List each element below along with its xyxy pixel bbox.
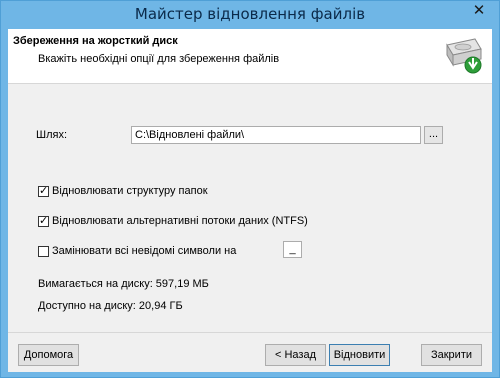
- back-button[interactable]: < Назад: [265, 344, 326, 366]
- path-label: Шлях:: [36, 129, 68, 141]
- required-space-text: Вимагається на диску: 597,19 МБ: [38, 278, 209, 290]
- path-input[interactable]: [131, 126, 421, 144]
- close-button[interactable]: Закрити: [421, 344, 482, 366]
- close-window-button[interactable]: ✕: [465, 2, 493, 20]
- preserve-structure-checkbox[interactable]: [38, 184, 49, 197]
- alt-streams-label: Відновлювати альтернативні потоки даних …: [52, 215, 308, 227]
- page-title: Збереження на жорсткий диск: [13, 35, 178, 47]
- browse-button[interactable]: ...: [424, 126, 443, 144]
- replace-symbols-label: Замінювати всі невідомі символи на: [52, 245, 237, 257]
- preserve-structure-label: Відновлювати структуру папок: [52, 185, 208, 197]
- help-button[interactable]: Допомога: [18, 344, 79, 366]
- replacement-symbol-field[interactable]: _: [283, 241, 302, 258]
- wizard-client-area: Збереження на жорсткий диск Вкажіть необ…: [8, 29, 492, 372]
- available-space-text: Доступно на диску: 20,94 ГБ: [38, 300, 183, 312]
- page-subtitle: Вкажіть необхідні опції для збереження ф…: [38, 53, 280, 65]
- replace-symbols-checkbox[interactable]: [38, 246, 49, 257]
- title-bar: Майстер відновлення файлів ✕: [1, 1, 499, 29]
- alt-streams-checkbox[interactable]: [38, 214, 49, 227]
- wizard-header: Збереження на жорсткий диск Вкажіть необ…: [8, 29, 492, 84]
- window-title: Майстер відновлення файлів: [134, 5, 366, 23]
- wizard-window: Майстер відновлення файлів ✕ Збереження …: [0, 0, 500, 378]
- restore-button[interactable]: Відновити: [329, 344, 390, 366]
- hard-disk-save-icon: [446, 38, 482, 74]
- footer-divider: [8, 332, 492, 333]
